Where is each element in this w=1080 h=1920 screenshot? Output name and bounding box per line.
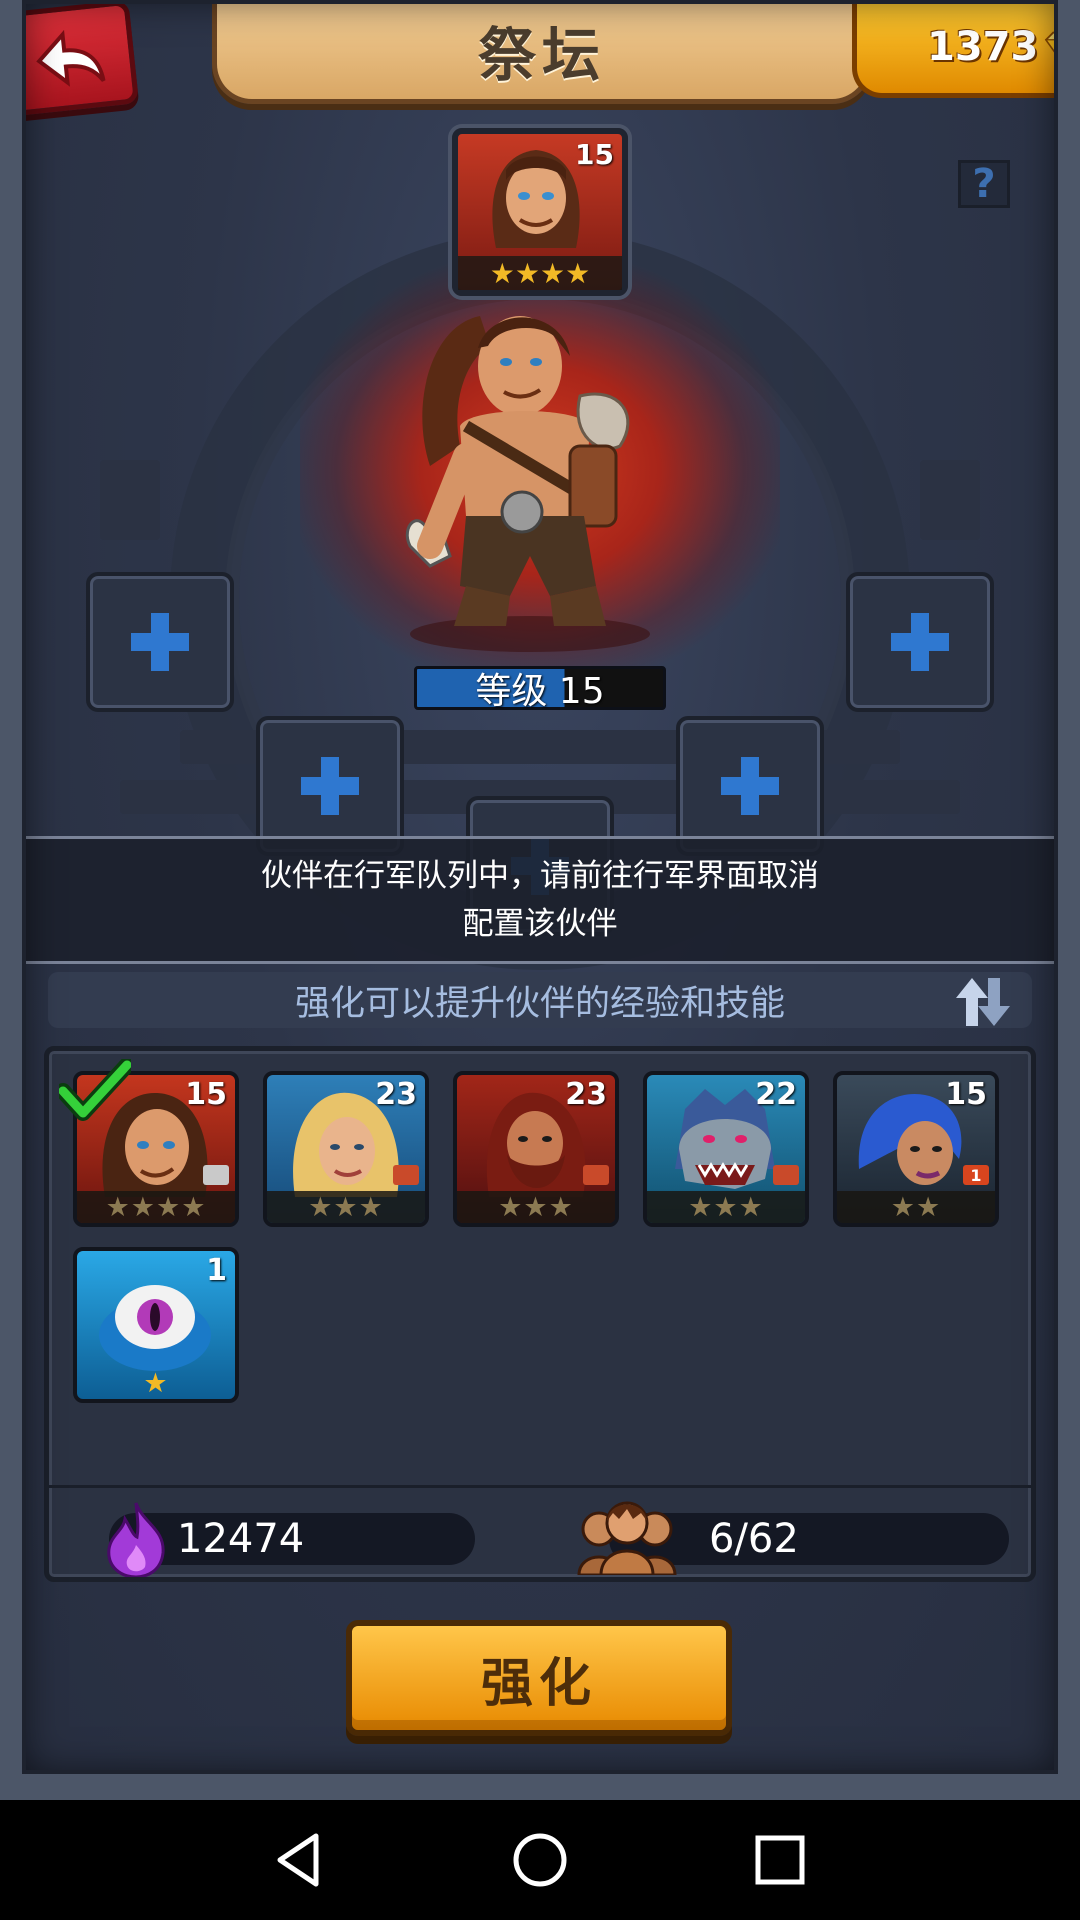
partner-level: 15 bbox=[945, 1077, 987, 1112]
help-button[interactable]: ? bbox=[958, 160, 1010, 208]
partner-stars: ★ bbox=[77, 1367, 235, 1399]
partner-level: 1 bbox=[206, 1253, 227, 1288]
partner-roster-panel: 15 ★★★★ 23 ★★★ 23 ★★★ 22 ★★★ 15 1 ★★ 1 ★… bbox=[44, 1046, 1036, 1582]
partner-card-blue-haired-rogue[interactable]: 15 1 ★★ bbox=[833, 1071, 999, 1227]
partner-capacity: 6/62 bbox=[709, 1516, 799, 1562]
shield-icon bbox=[583, 1165, 609, 1185]
panel-divider bbox=[49, 1485, 1031, 1488]
notice-line-1: 伙伴在行军队列中，请前往行军界面取消 bbox=[261, 858, 819, 894]
star-rating: ★★★ bbox=[688, 1191, 764, 1223]
partner-card-werewolf[interactable]: 22 ★★★ bbox=[643, 1071, 809, 1227]
material-slot[interactable] bbox=[846, 572, 994, 712]
partner-level: 23 bbox=[375, 1077, 417, 1112]
gem-count: 1373 bbox=[927, 23, 1039, 70]
notice-message: 伙伴在行军队列中，请前往行军界面取消 配置该伙伴 bbox=[0, 836, 1080, 964]
partner-stars: ★★★ bbox=[267, 1191, 425, 1223]
hero-portrait-level: 15 bbox=[575, 138, 614, 171]
material-slot[interactable] bbox=[676, 716, 824, 856]
plus-icon bbox=[721, 757, 779, 815]
stone-pillar bbox=[100, 460, 160, 540]
partner-card-blonde-warrior[interactable]: 23 ★★★ bbox=[263, 1071, 429, 1227]
stone-pillar bbox=[920, 460, 980, 540]
gem-plus-icon bbox=[1045, 31, 1080, 64]
hero-level-bar: 等级 15 bbox=[414, 666, 666, 712]
hero-portrait-stars: ★★★★ bbox=[458, 256, 622, 290]
hero-portrait[interactable]: 15 ★★★★ bbox=[452, 128, 628, 296]
hero-level-label: 等级 15 bbox=[475, 671, 605, 712]
barbarian-hero-figure[interactable] bbox=[370, 296, 690, 656]
essence-count: 12474 bbox=[177, 1516, 305, 1562]
material-slot[interactable] bbox=[86, 572, 234, 712]
info-bar: 强化可以提升伙伴的经验和技能 bbox=[48, 972, 1032, 1028]
material-slot[interactable] bbox=[256, 716, 404, 856]
shield-icon bbox=[773, 1165, 799, 1185]
star-rating: ★★★ bbox=[308, 1191, 384, 1223]
recents-square-icon[interactable] bbox=[750, 1830, 810, 1890]
star-rating: ★★★★ bbox=[489, 256, 591, 290]
plus-icon bbox=[131, 613, 189, 671]
partner-card-eyeball-monster[interactable]: 1 ★ bbox=[73, 1247, 239, 1403]
checkmark-icon bbox=[59, 1059, 131, 1121]
star-rating: ★ bbox=[143, 1367, 169, 1399]
partner-card-red-bearded-warrior[interactable]: 23 ★★★ bbox=[453, 1071, 619, 1227]
home-circle-icon[interactable] bbox=[510, 1830, 570, 1890]
partner-stars: ★★★ bbox=[647, 1191, 805, 1223]
help-icon: ? bbox=[972, 161, 996, 207]
partner-stars: ★★ bbox=[837, 1191, 995, 1223]
android-nav-bar bbox=[0, 1800, 1080, 1920]
partner-badge: 1 bbox=[963, 1165, 989, 1185]
plus-icon bbox=[301, 757, 359, 815]
info-text: 强化可以提升伙伴的经验和技能 bbox=[294, 983, 785, 1024]
enhance-button[interactable]: 强化 bbox=[346, 1620, 732, 1736]
purple-flame-icon bbox=[107, 1502, 165, 1577]
partner-level: 23 bbox=[565, 1077, 607, 1112]
partner-stars: ★★★ bbox=[457, 1191, 615, 1223]
eyeball-monster-icon bbox=[99, 1285, 211, 1371]
star-rating: ★★★★ bbox=[105, 1191, 207, 1223]
partner-capacity-counter: 6/62 bbox=[577, 1501, 1009, 1575]
title-banner: 祭坛 bbox=[212, 0, 872, 104]
gem-counter[interactable]: 1373 bbox=[852, 0, 1080, 98]
shield-icon bbox=[393, 1165, 419, 1185]
notice-line-2: 配置该伙伴 bbox=[462, 906, 618, 942]
back-triangle-icon[interactable] bbox=[270, 1830, 330, 1890]
partner-level: 22 bbox=[755, 1077, 797, 1112]
enhance-button-label: 强化 bbox=[480, 1653, 597, 1714]
essence-counter: 12474 bbox=[107, 1502, 475, 1577]
back-button[interactable] bbox=[0, 0, 140, 117]
star-rating: ★★★ bbox=[498, 1191, 574, 1223]
plus-icon bbox=[891, 613, 949, 671]
back-arrow-icon bbox=[36, 29, 106, 87]
star-rating: ★★ bbox=[890, 1191, 942, 1223]
shield-icon bbox=[203, 1165, 229, 1185]
sort-icon[interactable] bbox=[954, 976, 1012, 1028]
partner-stars: ★★★★ bbox=[77, 1191, 235, 1223]
page-title: 祭坛 bbox=[477, 20, 606, 89]
altar-screen: 祭坛 1373 ? 15 ★★★★ 等级 15 伙伴在行军队列中，请前往行军界面… bbox=[0, 0, 1080, 1800]
partners-group-icon bbox=[577, 1501, 677, 1575]
partner-level: 15 bbox=[185, 1077, 227, 1112]
